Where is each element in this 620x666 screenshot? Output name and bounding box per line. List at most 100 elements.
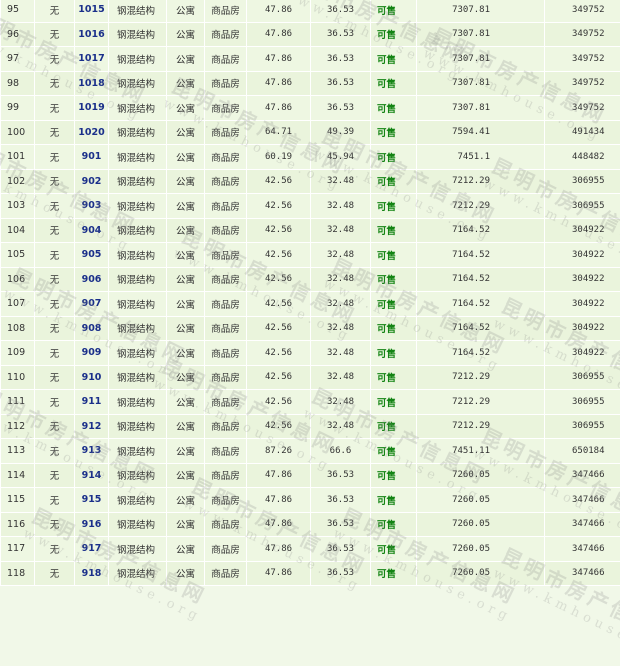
room-number-link[interactable]: 914	[75, 463, 109, 488]
unit-price-cell: 7594.41	[417, 120, 545, 145]
total-price-cell: 304922	[545, 243, 620, 268]
unit-price-cell: 7307.81	[417, 96, 545, 121]
unit-price-cell: 7307.81	[417, 22, 545, 47]
flag-cell: 无	[35, 120, 75, 145]
use-cell: 公寓	[167, 292, 205, 317]
seq-cell: 117	[1, 537, 35, 562]
status-cell: 可售	[371, 414, 417, 439]
room-number-link[interactable]: 913	[75, 439, 109, 464]
building-area-cell: 87.26	[247, 439, 311, 464]
unit-price-cell: 7260.05	[417, 463, 545, 488]
seq-cell: 114	[1, 463, 35, 488]
total-price-cell: 349752	[545, 22, 620, 47]
table-row: 114无914钢混结构公寓商品房47.8636.53可售7260.0534746…	[1, 463, 620, 488]
structure-cell: 钢混结构	[109, 267, 167, 292]
seq-cell: 116	[1, 512, 35, 537]
table-row: 96无1016钢混结构公寓商品房47.8636.53可售7307.8134975…	[1, 22, 620, 47]
property-type-cell: 商品房	[205, 243, 247, 268]
unit-price-cell: 7307.81	[417, 0, 545, 22]
table-row: 107无907钢混结构公寓商品房42.5632.48可售7164.5230492…	[1, 292, 620, 317]
table-row: 118无918钢混结构公寓商品房47.8636.53可售7260.0534746…	[1, 561, 620, 586]
property-type-cell: 商品房	[205, 120, 247, 145]
total-price-cell: 304922	[545, 316, 620, 341]
property-type-cell: 商品房	[205, 463, 247, 488]
total-price-cell: 347466	[545, 512, 620, 537]
seq-cell: 103	[1, 194, 35, 219]
room-number-link[interactable]: 917	[75, 537, 109, 562]
room-number-link[interactable]: 1020	[75, 120, 109, 145]
total-price-cell: 349752	[545, 0, 620, 22]
room-number-link[interactable]: 908	[75, 316, 109, 341]
room-number-link[interactable]: 912	[75, 414, 109, 439]
flag-cell: 无	[35, 243, 75, 268]
inner-area-cell: 66.6	[311, 439, 371, 464]
room-number-link[interactable]: 911	[75, 390, 109, 415]
room-number-link[interactable]: 1017	[75, 47, 109, 72]
structure-cell: 钢混结构	[109, 537, 167, 562]
status-cell: 可售	[371, 169, 417, 194]
inner-area-cell: 36.53	[311, 537, 371, 562]
room-number-link[interactable]: 906	[75, 267, 109, 292]
room-number-link[interactable]: 1018	[75, 71, 109, 96]
room-number-link[interactable]: 915	[75, 488, 109, 513]
unit-price-cell: 7164.52	[417, 341, 545, 366]
room-number-link[interactable]: 1015	[75, 0, 109, 22]
building-area-cell: 42.56	[247, 194, 311, 219]
structure-cell: 钢混结构	[109, 120, 167, 145]
structure-cell: 钢混结构	[109, 341, 167, 366]
room-number-link[interactable]: 907	[75, 292, 109, 317]
room-number-link[interactable]: 916	[75, 512, 109, 537]
room-number-link[interactable]: 904	[75, 218, 109, 243]
property-type-cell: 商品房	[205, 561, 247, 586]
use-cell: 公寓	[167, 365, 205, 390]
property-type-cell: 商品房	[205, 439, 247, 464]
building-area-cell: 42.56	[247, 267, 311, 292]
property-type-cell: 商品房	[205, 292, 247, 317]
seq-cell: 109	[1, 341, 35, 366]
total-price-cell: 306955	[545, 194, 620, 219]
status-cell: 可售	[371, 47, 417, 72]
structure-cell: 钢混结构	[109, 463, 167, 488]
room-number-link[interactable]: 902	[75, 169, 109, 194]
use-cell: 公寓	[167, 47, 205, 72]
structure-cell: 钢混结构	[109, 414, 167, 439]
room-number-link[interactable]: 909	[75, 341, 109, 366]
room-number-link[interactable]: 903	[75, 194, 109, 219]
total-price-cell: 349752	[545, 96, 620, 121]
property-type-cell: 商品房	[205, 390, 247, 415]
building-area-cell: 47.86	[247, 71, 311, 96]
status-cell: 可售	[371, 341, 417, 366]
property-type-cell: 商品房	[205, 414, 247, 439]
room-number-link[interactable]: 901	[75, 145, 109, 170]
inner-area-cell: 32.48	[311, 218, 371, 243]
use-cell: 公寓	[167, 390, 205, 415]
table-row: 112无912钢混结构公寓商品房42.5632.48可售7212.2930695…	[1, 414, 620, 439]
use-cell: 公寓	[167, 218, 205, 243]
inner-area-cell: 32.48	[311, 365, 371, 390]
building-area-cell: 47.86	[247, 463, 311, 488]
flag-cell: 无	[35, 22, 75, 47]
room-number-link[interactable]: 918	[75, 561, 109, 586]
unit-price-cell: 7212.29	[417, 414, 545, 439]
flag-cell: 无	[35, 194, 75, 219]
seq-cell: 106	[1, 267, 35, 292]
inner-area-cell: 32.48	[311, 169, 371, 194]
unit-price-cell: 7164.52	[417, 218, 545, 243]
room-number-link[interactable]: 1019	[75, 96, 109, 121]
room-number-link[interactable]: 905	[75, 243, 109, 268]
flag-cell: 无	[35, 0, 75, 22]
room-number-link[interactable]: 1016	[75, 22, 109, 47]
property-type-cell: 商品房	[205, 267, 247, 292]
use-cell: 公寓	[167, 267, 205, 292]
flag-cell: 无	[35, 47, 75, 72]
status-cell: 可售	[371, 292, 417, 317]
property-type-cell: 商品房	[205, 22, 247, 47]
property-type-cell: 商品房	[205, 194, 247, 219]
structure-cell: 钢混结构	[109, 390, 167, 415]
structure-cell: 钢混结构	[109, 561, 167, 586]
use-cell: 公寓	[167, 537, 205, 562]
use-cell: 公寓	[167, 341, 205, 366]
building-area-cell: 42.56	[247, 169, 311, 194]
room-number-link[interactable]: 910	[75, 365, 109, 390]
table-row: 99无1019钢混结构公寓商品房47.8636.53可售7307.8134975…	[1, 96, 620, 121]
